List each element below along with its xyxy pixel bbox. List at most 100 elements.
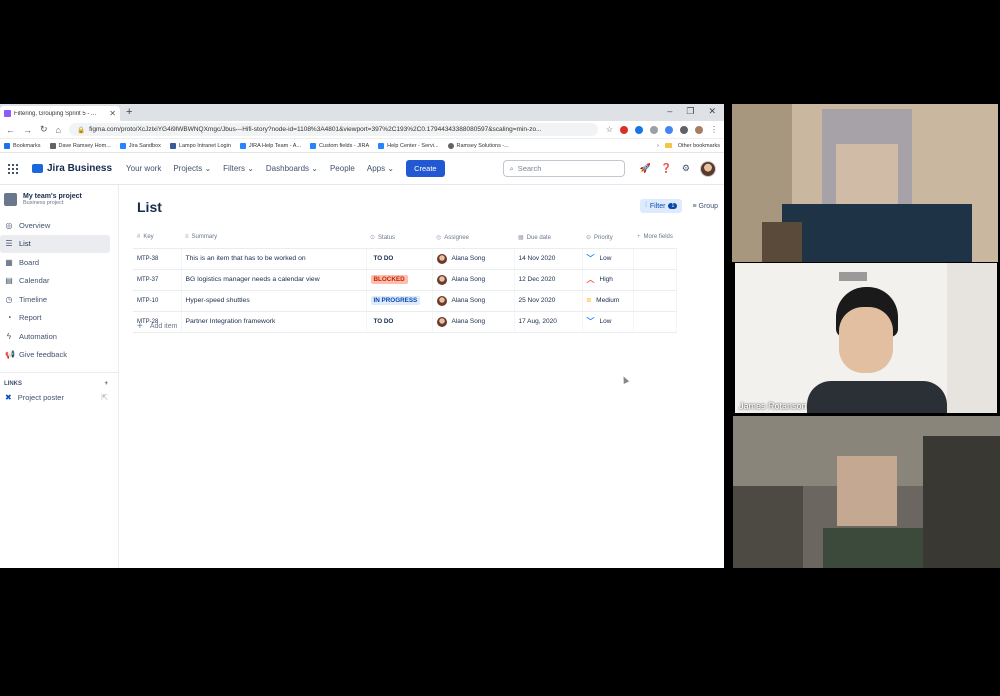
chevron-right-icon[interactable]: › [657, 143, 659, 149]
due-date-cell[interactable]: 14 Nov 2020 [514, 248, 583, 270]
nav-filters[interactable]: Filters ⌄ [223, 164, 254, 173]
globe-icon: ◎ [5, 220, 13, 230]
nav-projects[interactable]: Projects ⌄ [173, 164, 211, 173]
assignee-cell[interactable]: Alana Song [432, 248, 515, 270]
plus-icon: + [137, 321, 143, 332]
close-tab-icon[interactable]: ✕ [109, 109, 116, 118]
assignee-cell[interactable]: Alana Song [432, 290, 515, 312]
settings-icon[interactable]: ⚙ [682, 163, 690, 174]
column-header-status[interactable]: ⊙ Status [366, 227, 432, 249]
notifications-icon[interactable]: 🚀 [639, 163, 650, 174]
profile-avatar[interactable] [695, 125, 703, 134]
close-window-icon[interactable]: ✕ [708, 106, 716, 117]
back-icon[interactable]: ← [6, 125, 15, 135]
priority-cell[interactable]: ﹀ Low [582, 311, 634, 333]
app-switcher-icon[interactable] [8, 163, 18, 174]
column-header-assignee[interactable]: ◎ Assignee [432, 227, 514, 249]
minimize-icon[interactable]: – [667, 106, 672, 117]
due-date-cell[interactable]: 25 Nov 2020 [514, 290, 583, 312]
issue-summary[interactable]: Partner Integration framework [181, 311, 367, 333]
column-header-summary[interactable]: ≡ Summary [181, 227, 366, 249]
table-row[interactable]: MTP-38 This is an item that has to be wo… [133, 248, 678, 270]
issue-key[interactable]: MTP-37 [133, 269, 182, 291]
status-cell[interactable]: TO DO [366, 248, 433, 270]
reload-icon[interactable]: ↻ [40, 124, 48, 135]
link-project-poster[interactable]: ✖ Project poster ⇱ [0, 387, 118, 402]
sidebar-item-timeline[interactable]: ◷ Timeline [0, 290, 118, 309]
participant-tile[interactable] [732, 104, 998, 262]
create-button[interactable]: Create [406, 160, 445, 177]
priority-cell[interactable]: ︿ High [582, 269, 634, 291]
extension-icon[interactable] [635, 125, 643, 134]
jira-logo[interactable]: Jira Business [32, 163, 112, 174]
bookmark-item[interactable]: Dave Ramsey Hom... [49, 142, 111, 149]
issue-summary[interactable]: This is an item that has to be worked on [181, 248, 367, 270]
participant-tile[interactable]: James Rotanson [735, 263, 997, 413]
search-input[interactable]: ⌕ Search [503, 160, 626, 177]
issue-summary[interactable]: BG logistics manager needs a calendar vi… [181, 269, 367, 291]
bookmark-item[interactable]: Help Center - Servi... [378, 142, 439, 149]
column-header-due-date[interactable]: ▦ Due date [514, 227, 582, 249]
sidebar-item-list[interactable]: ☰ List [0, 234, 110, 253]
status-cell[interactable]: BLOCKED [366, 269, 433, 291]
table-row[interactable]: MTP-10 Hyper-speed shuttles IN PROGRESS … [133, 290, 678, 312]
sidebar-item-calendar[interactable]: ▤ Calendar [0, 272, 118, 291]
add-link-icon[interactable]: + [104, 381, 108, 387]
issue-summary[interactable]: Hyper-speed shuttles [181, 290, 367, 312]
column-header-key[interactable]: # Key [133, 227, 181, 249]
nav-your-work[interactable]: Your work [126, 164, 161, 173]
puzzle-icon[interactable] [680, 125, 688, 134]
add-item-button[interactable]: + Add item [137, 321, 177, 332]
bookmark-item[interactable]: JIRA Help Team - A... [239, 142, 301, 149]
forward-icon[interactable]: → [23, 125, 32, 135]
project-header[interactable]: My team's project Business project [0, 193, 118, 216]
issue-key[interactable]: MTP-38 [133, 248, 182, 270]
sidebar-item-board[interactable]: ▦ Board [0, 253, 118, 272]
new-tab-button[interactable]: + [126, 106, 132, 118]
other-bookmarks[interactable]: › Other bookmarks [657, 143, 720, 149]
more-icon[interactable]: ⋮ [710, 125, 718, 134]
help-icon[interactable]: ❓ [661, 163, 672, 174]
issue-key[interactable]: MTP-10 [133, 290, 182, 312]
address-bar[interactable]: 🔒 figma.com/proto/XcJzlxiYG4i9lWBWNQXmgc… [68, 123, 598, 136]
participant-tile[interactable] [733, 416, 1000, 568]
assignee-cell[interactable]: Alana Song [432, 311, 515, 333]
external-link-icon[interactable]: ⇱ [101, 393, 108, 402]
sidebar-item-overview[interactable]: ◎ Overview [0, 216, 118, 235]
due-date-cell[interactable]: 12 Dec 2020 [514, 269, 583, 291]
group-button[interactable]: ≡ Group [692, 203, 718, 210]
sidebar-item-give-feedback[interactable]: 📢 Give feedback [0, 346, 118, 365]
sidebar-item-report[interactable]: ◔ Report [0, 309, 118, 328]
user-avatar[interactable] [700, 160, 716, 177]
window-controls: – ❐ ✕ [667, 106, 716, 117]
status-cell[interactable]: IN PROGRESS [366, 290, 433, 312]
sidebar-item-automation[interactable]: ϟ Automation [0, 327, 118, 346]
bookmark-item[interactable]: Custom fields - JIRA [310, 142, 369, 149]
extension-icon[interactable] [650, 125, 658, 134]
bookmark-item[interactable]: Bookmarks [4, 142, 41, 149]
column-header-priority[interactable]: ⊖ Priority [582, 227, 633, 249]
bookmark-item[interactable]: Ramsey Solutions -... [447, 142, 509, 149]
megaphone-icon: 📢 [5, 350, 15, 360]
column-header-more-fields[interactable]: + More fields [633, 227, 677, 249]
home-icon[interactable]: ⌂ [56, 125, 61, 135]
bookmark-item[interactable]: Jira Sandbox [119, 142, 161, 149]
table-row[interactable]: MTP-28 Partner Integration framework TO … [133, 311, 678, 333]
maximize-icon[interactable]: ❐ [686, 106, 694, 117]
table-row[interactable]: MTP-37 BG logistics manager needs a cale… [133, 269, 678, 291]
star-icon[interactable]: ☆ [606, 125, 613, 134]
filter-button[interactable]: ⫶ Filter 1 [640, 199, 683, 213]
priority-cell[interactable]: ﹀ Low [582, 248, 634, 270]
nav-apps[interactable]: Apps ⌄ [367, 164, 394, 173]
extension-icon[interactable] [620, 125, 628, 134]
due-date-cell[interactable]: 17 Aug, 2020 [514, 311, 583, 333]
browser-tab[interactable]: Filtering, Grouping Sprint 5 - ... ✕ [0, 106, 120, 121]
priority-cell[interactable]: = Medium [582, 290, 634, 312]
extension-icon[interactable] [665, 125, 673, 134]
status-cell[interactable]: TO DO [366, 311, 433, 333]
assignee-cell[interactable]: Alana Song [432, 269, 515, 291]
nav-people[interactable]: People [330, 164, 355, 173]
board-icon: ▦ [5, 257, 13, 267]
nav-dashboards[interactable]: Dashboards ⌄ [266, 164, 318, 173]
bookmark-item[interactable]: Lampo Intranet Login [169, 142, 231, 149]
